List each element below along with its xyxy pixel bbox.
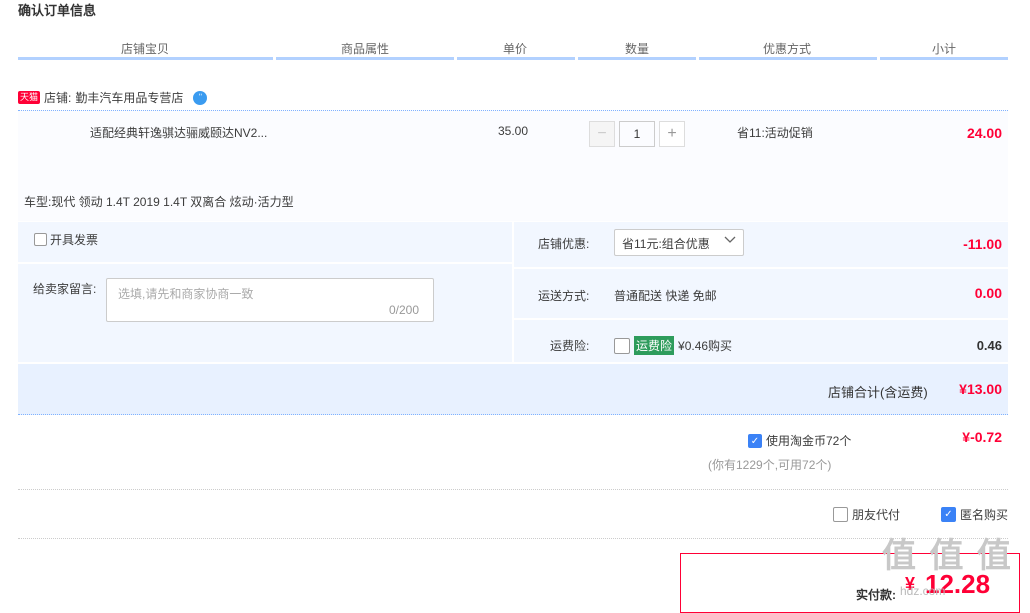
divider <box>18 538 1008 539</box>
invoice-checkbox[interactable] <box>34 233 47 246</box>
header-quantity: 数量 <box>624 42 649 56</box>
payment-label: 实付款: <box>856 588 896 602</box>
anonymous-option[interactable]: ✓ 匿名购买 <box>941 506 1008 523</box>
quantity-input[interactable]: 1 <box>619 121 655 147</box>
header-underline <box>578 57 696 60</box>
quantity-increment-button[interactable]: + <box>659 121 685 147</box>
header-underline <box>276 57 454 60</box>
divider <box>18 262 512 264</box>
item-promo: 省11:活动促销 <box>737 126 813 140</box>
shop-discount-value: -11.00 <box>963 236 1002 252</box>
item-unit-price: 35.00 <box>498 124 529 138</box>
divider <box>514 267 1008 269</box>
header-discount: 优惠方式 <box>762 42 811 56</box>
watermark-url: hdz.com <box>900 584 946 598</box>
wangwang-icon[interactable]: ʼʼ <box>193 90 208 105</box>
shipping-value: 0.00 <box>974 285 1002 301</box>
friend-pay-checkbox[interactable] <box>833 507 848 522</box>
header-underline <box>457 57 575 60</box>
insurance-checkbox[interactable] <box>614 337 630 354</box>
taobao-coin-option[interactable]: ✓ 使用淘金币72个 <box>748 432 851 449</box>
checkmark-icon[interactable]: ✓ <box>748 433 762 448</box>
insurance-label: 运费险: <box>550 339 590 353</box>
invoice-option[interactable]: 开具发票 <box>34 231 98 248</box>
shipping-method: 普通配送 快递 免邮 <box>614 289 717 303</box>
taobao-coin-label: 使用淘金币72个 <box>766 434 852 448</box>
shop-total-value: ¥13.00 <box>959 381 1002 397</box>
insurance-price: ¥0.46购买 <box>678 339 733 353</box>
item-subtotal: 24.00 <box>966 125 1002 141</box>
taobao-coin-note: (你有1229个,可用72个) <box>708 458 832 472</box>
header-underline <box>18 57 273 60</box>
friend-pay-label: 朋友代付 <box>852 508 901 522</box>
insurance-value: 0.46 <box>976 338 1002 353</box>
shop-discount-selected: 省11元:组合优惠 <box>622 237 710 251</box>
shop-label: 店铺: <box>44 91 72 105</box>
header-attributes: 商品属性 <box>340 42 389 56</box>
header-unit-price: 单价 <box>502 42 527 56</box>
taobao-coin-value: ¥-0.72 <box>962 429 1002 445</box>
message-counter: 0/200 <box>389 303 420 317</box>
invoice-label: 开具发票 <box>50 233 99 247</box>
shipping-label: 运送方式: <box>538 289 590 303</box>
message-label: 给卖家留言: <box>33 282 97 296</box>
watermark-logo: 值 值 值 <box>882 537 1013 575</box>
quantity-decrement-button[interactable]: − <box>589 121 615 147</box>
insurance-tag: 运费险 <box>634 336 675 355</box>
divider <box>514 318 1008 320</box>
header-item: 店铺宝贝 <box>120 42 169 56</box>
chevron-down-icon <box>724 233 736 248</box>
shop-row: 天猫 店铺: 勤丰汽车用品专营店 ʼʼ <box>18 89 208 106</box>
shop-name-link[interactable]: 勤丰汽车用品专营店 <box>75 89 183 106</box>
message-placeholder: 选填,请先和商家协商一致 <box>118 287 254 301</box>
insurance-option[interactable]: 运费险 ¥0.46购买 <box>614 336 732 355</box>
checkmark-icon[interactable]: ✓ <box>941 507 956 522</box>
header-underline <box>880 57 1008 60</box>
shop-discount-label: 店铺优惠: <box>538 237 590 251</box>
friend-pay-option[interactable]: 朋友代付 <box>833 506 900 523</box>
divider <box>18 489 1008 490</box>
shop-total-label: 店铺合计(含运费) <box>828 385 928 400</box>
header-subtotal: 小计 <box>931 42 956 56</box>
quantity-stepper: − 1 + <box>589 121 685 147</box>
page-title: 确认订单信息 <box>18 3 97 18</box>
header-underline <box>699 57 877 60</box>
item-title-link[interactable]: 适配经典轩逸骐达骊威颐达NV2... <box>90 124 267 141</box>
item-vehicle-spec: 车型:现代 领动 1.4T 2019 1.4T 双离合 炫动·活力型 <box>24 195 294 209</box>
anonymous-label: 匿名购买 <box>960 508 1009 522</box>
tmall-badge: 天猫 <box>18 91 41 104</box>
